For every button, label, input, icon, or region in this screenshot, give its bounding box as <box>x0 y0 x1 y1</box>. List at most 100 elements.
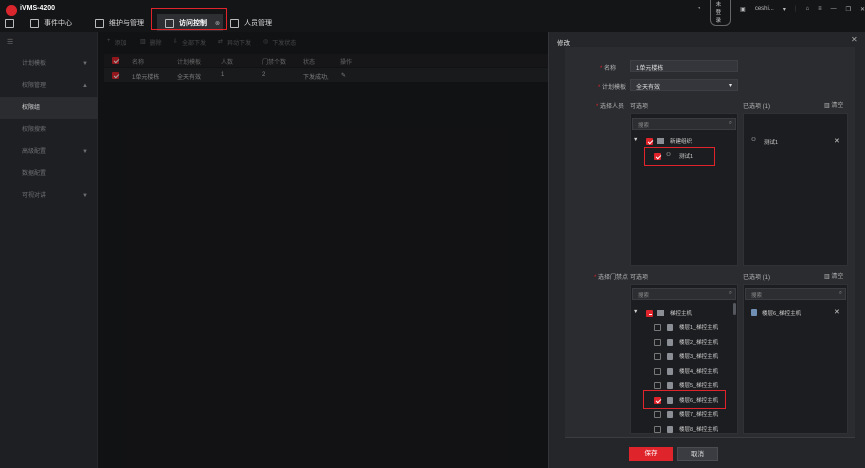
trash-icon: ▥ <box>824 274 830 280</box>
selected-person-icon: ⚇ <box>751 137 756 143</box>
close-window-icon[interactable]: ✕ <box>860 6 865 13</box>
door-icon <box>667 411 673 418</box>
person-clear-button[interactable]: ▥ 清空 <box>824 100 843 109</box>
home-grid-icon[interactable] <box>5 17 14 29</box>
person-selected-panel <box>743 113 848 266</box>
door-node[interactable]: 楼层4_梯控主机 <box>679 367 718 375</box>
door-checkbox[interactable] <box>654 367 661 375</box>
door-icon <box>667 353 673 360</box>
door-available-label: 可选项 <box>630 275 649 281</box>
person-selected-label: 已选项 (1) <box>743 104 771 110</box>
sidebar-item-permission-group[interactable]: 权限组 <box>0 97 98 119</box>
modal-overlay <box>98 32 548 468</box>
chevron-down-icon: ▾ <box>728 83 732 89</box>
maintenance-icon <box>95 18 104 28</box>
door-checkbox[interactable] <box>654 353 661 360</box>
template-label: * 计划模板 <box>598 85 627 91</box>
nav-maintenance[interactable]: 维护与管理 <box>95 17 144 29</box>
nav-access-control[interactable]: 访问控制 ⊗ <box>165 17 220 29</box>
sidebar-item-permission-management[interactable]: 权限管理 ▲ <box>0 75 98 97</box>
dialog-close-icon[interactable]: ✕ <box>851 35 858 44</box>
door-icon <box>667 338 673 346</box>
door-checkbox[interactable] <box>654 411 661 418</box>
template-select[interactable]: 全天有效 ▾ <box>630 79 738 91</box>
door-icon <box>667 324 673 331</box>
cloud-login-badge[interactable]: ☁ 未登录 <box>709 0 732 26</box>
tab-close-icon[interactable]: ⊗ <box>215 20 220 27</box>
cancel-button[interactable]: 取消 <box>677 447 718 461</box>
door-node[interactable]: 楼层1_梯控主机 <box>679 323 718 331</box>
sidebar-item-permission-search[interactable]: 权限搜索 <box>0 119 98 141</box>
user-icon[interactable]: ▣ <box>740 6 746 13</box>
search-icon: ⌕ <box>728 120 732 126</box>
sidebar-item-advanced-config[interactable]: 高级配置 ▼ <box>0 141 98 163</box>
door-icon <box>667 367 673 375</box>
selected-door-icon <box>751 309 757 316</box>
top-right-tools: ◔ ☁ 未登录 ▣ ceshi... ▾ | ⌂ ≡ — ❐ ✕ <box>697 0 865 26</box>
footer-divider <box>565 437 855 438</box>
door-checkbox[interactable] <box>654 382 661 389</box>
person-icon: ⚇ <box>666 152 671 158</box>
door-node[interactable]: 楼层2_梯控主机 <box>679 338 718 346</box>
door-selected-search-input[interactable]: 搜索 ⌕ <box>745 288 846 300</box>
person-search-input[interactable]: 搜索 ⌕ <box>632 118 736 130</box>
collapse-menu-icon[interactable]: ☰ <box>7 38 13 46</box>
name-label: * 名称 <box>600 66 617 72</box>
sidebar-item-schedule-template[interactable]: 计划模板 ▼ <box>0 53 98 75</box>
restore-icon[interactable]: ❐ <box>846 6 851 13</box>
event-center-icon <box>30 18 39 28</box>
sidebar-item-data-config[interactable]: 数据配置 <box>0 163 98 185</box>
access-control-icon <box>165 18 174 28</box>
selected-door-item: 楼层6_梯控主机 <box>762 311 802 317</box>
menu-icon[interactable]: ≡ <box>818 6 822 12</box>
door-checkbox[interactable] <box>654 324 661 331</box>
person-available-label: 可选项 <box>630 104 649 110</box>
app-logo-icon <box>6 5 17 16</box>
dialog-title: 修改 <box>557 40 570 47</box>
select-person-label: * 选择人员 <box>596 104 625 110</box>
minimize-icon[interactable]: — <box>831 6 837 12</box>
selected-person-item: 测试1 <box>764 140 779 146</box>
person-checkbox[interactable] <box>654 153 661 160</box>
save-button[interactable]: 保存 <box>629 447 673 461</box>
search-icon: ⌕ <box>728 290 732 296</box>
remove-person-icon[interactable]: ✕ <box>834 137 840 145</box>
trash-icon: ▥ <box>824 103 830 109</box>
door-node[interactable]: 楼层3_梯控主机 <box>679 352 718 360</box>
folder-icon <box>657 310 664 316</box>
door-clear-button[interactable]: ▥ 清空 <box>824 271 843 280</box>
search-icon: ⌕ <box>838 290 842 296</box>
door-node[interactable]: 楼层5_梯控主机 <box>679 381 718 389</box>
door-node[interactable]: 楼层7_梯控主机 <box>679 410 718 418</box>
org-checkbox[interactable] <box>646 138 653 145</box>
door-checkbox[interactable] <box>654 338 661 346</box>
door-list-scrollbar[interactable] <box>733 303 736 315</box>
tree-expand-icon[interactable]: ▼ <box>633 309 638 315</box>
door-root-checkbox[interactable] <box>646 310 653 317</box>
nav-person-management[interactable]: 人员管理 <box>230 17 272 29</box>
nav-event-center[interactable]: 事件中心 <box>30 17 72 29</box>
folder-icon <box>657 138 664 144</box>
select-door-label: * 选择门禁点 <box>594 275 629 281</box>
bell-icon[interactable]: ◔ <box>697 6 701 12</box>
door-node[interactable]: 楼层8_梯控主机 <box>679 425 718 433</box>
highlight-box-door <box>643 390 726 409</box>
org-node[interactable]: 新建组织 <box>670 137 692 145</box>
door-icon <box>667 382 673 389</box>
remove-door-icon[interactable]: ✕ <box>834 308 840 316</box>
door-checkbox[interactable] <box>654 425 661 433</box>
lock-icon[interactable]: ⌂ <box>805 6 809 12</box>
name-input[interactable]: 1单元楼栋 <box>630 60 738 72</box>
door-selected-label: 已选项 (1) <box>743 275 771 281</box>
tree-expand-icon[interactable]: ▼ <box>633 137 638 143</box>
door-icon <box>667 425 673 433</box>
door-selected-panel <box>743 284 848 434</box>
chevron-down-icon[interactable]: ▾ <box>783 6 786 13</box>
user-name[interactable]: ceshi... <box>755 6 774 12</box>
person-node[interactable]: 测试1 <box>679 152 693 160</box>
sidebar-item-video-intercom[interactable]: 可视对讲 ▼ <box>0 185 98 207</box>
door-root-node[interactable]: 梯控主机 <box>670 309 692 317</box>
person-available-panel <box>630 113 738 266</box>
app-title: iVMS-4200 <box>20 5 56 12</box>
door-search-input[interactable]: 搜索 ⌕ <box>632 288 736 300</box>
